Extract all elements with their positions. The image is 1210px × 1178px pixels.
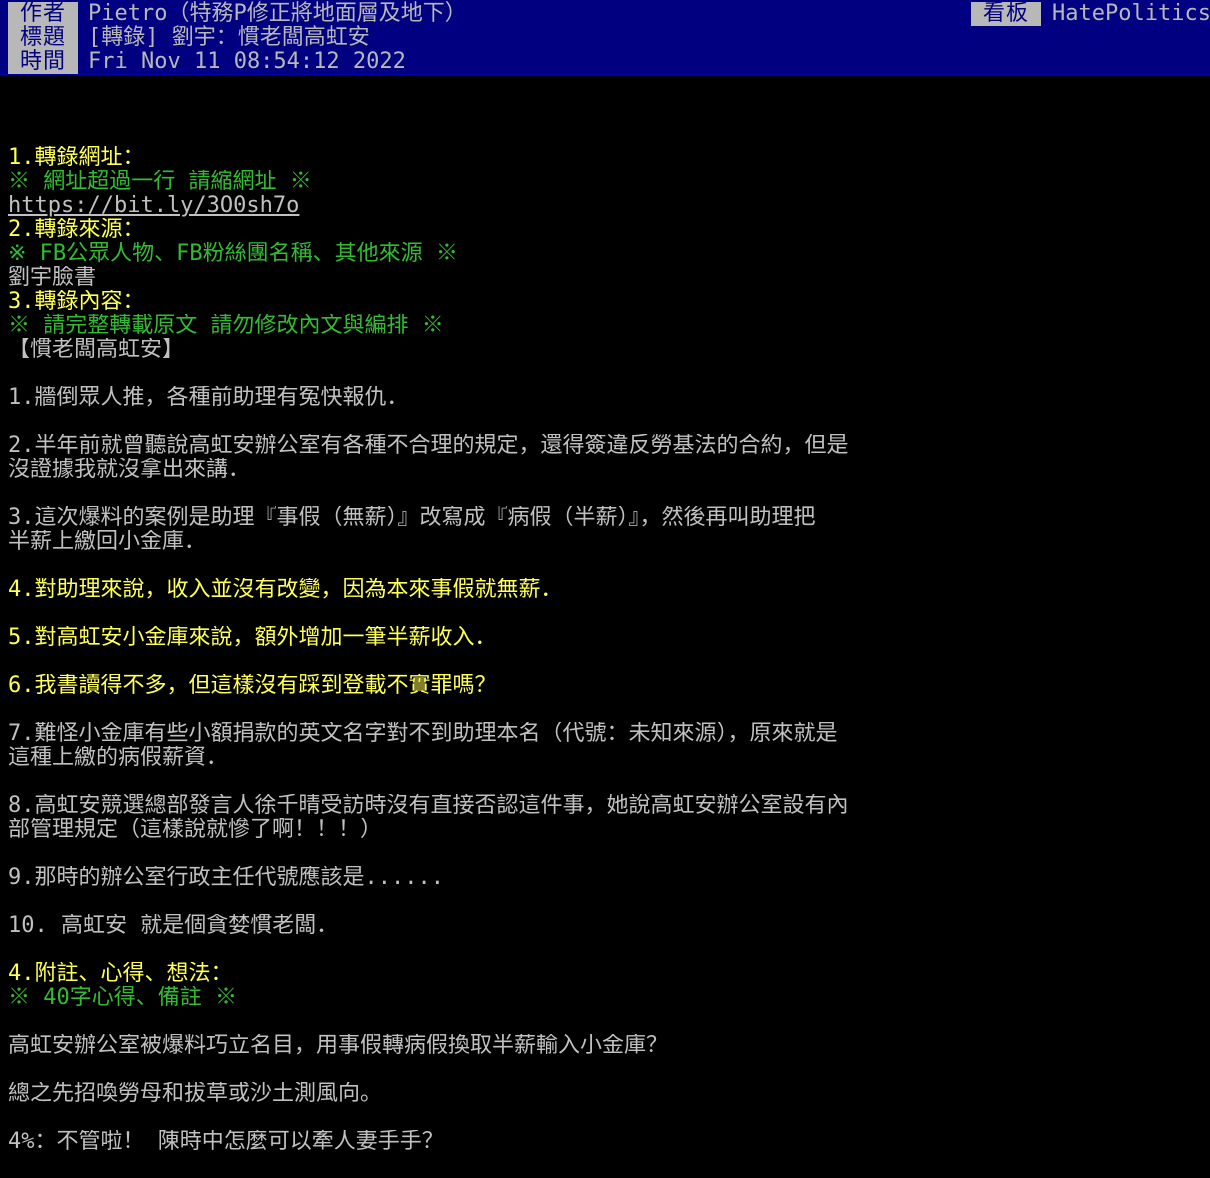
title-value: [轉錄] 劉宇：慣老闆高虹安 <box>88 25 370 50</box>
time-value: Fri Nov 11 08:54:12 2022 <box>88 49 406 74</box>
comment-1: 高虹安辦公室被爆料巧立名目，用事假轉病假換取半薪輸入小金庫？ <box>8 1034 669 1058</box>
paragraph-5: 5.對高虹安小金庫來說，額外增加一筆半薪收入． <box>8 626 497 650</box>
paragraph-2-line-2: 沒證據我就沒拿出來講． <box>8 458 251 482</box>
section-1-heading: 1.轉錄網址： <box>8 146 145 170</box>
paragraph-6: 6.我書讀得不多，但這樣沒有踩到登載不實罪嗎？ <box>8 674 497 698</box>
comment-2: 總之先招喚勞母和拔草或沙土測風向。 <box>8 1082 383 1106</box>
paragraph-9: 9.那時的辦公室行政主任代號應該是...... <box>8 866 444 890</box>
section-3-heading: 3.轉錄內容： <box>8 290 145 314</box>
paragraph-1: 1.牆倒眾人推，各種前助理有冤快報仇． <box>8 386 409 410</box>
title-label: 標題 <box>8 26 78 50</box>
section-3-hint: ※ 請完整轉載原文 請勿修改內文與編排 ※ <box>8 314 444 338</box>
paragraph-3-line-1: 3.這次爆料的案例是助理『事假（無薪）』改寫成『病假（半薪）』，然後再叫助理把 <box>8 506 816 530</box>
board-label: 看板 <box>971 2 1041 26</box>
board-value[interactable]: HatePolitics <box>1052 2 1210 26</box>
author-label: 作者 <box>8 2 78 26</box>
paragraph-7-line-1: 7.難怪小金庫有些小額捐款的英文名字對不到助理本名（代號：未知來源），原來就是 <box>8 722 838 746</box>
paragraph-10: 10. 高虹安 就是個貪婪慣老闆． <box>8 914 339 938</box>
section-4-hint: ※ 40字心得、備註 ※ <box>8 986 237 1010</box>
time-label: 時間 <box>8 50 78 74</box>
paragraph-7-line-2: 這種上繳的病假薪資． <box>8 746 229 770</box>
section-4-heading: 4.附註、心得、想法： <box>8 962 233 986</box>
comment-3: 4%：不管啦！ 陳時中怎麼可以牽人妻手手？ <box>8 1130 444 1154</box>
repost-title: 【慣老闆高虹安】 <box>8 338 185 362</box>
title-row: 標題 [轉錄] 劉宇：慣老闆高虹安 <box>0 26 1210 50</box>
section-1-hint: ※ 網址超過一行 請縮網址 ※ <box>8 170 312 194</box>
author-value: Pietro（特務P修正將地面層及地下） <box>88 1 467 26</box>
source-name: 劉宇臉書 <box>8 266 97 290</box>
time-row: 時間 Fri Nov 11 08:54:12 2022 <box>0 50 1210 74</box>
paragraph-4: 4.對助理來說，收入並沒有改變，因為本來事假就無薪． <box>8 578 563 602</box>
paragraph-8-line-1: 8.高虹安競選總部發言人徐千晴受訪時沒有直接否認這件事，她說高虹安辦公室設有內 <box>8 794 849 818</box>
paragraph-8-line-2: 部管理規定（這樣說就慘了啊！！！） <box>8 818 383 842</box>
article-header: 作者 Pietro（特務P修正將地面層及地下） 看板 HatePolitics … <box>0 0 1210 75</box>
paragraph-2-line-1: 2.半年前就曾聽說高虹安辦公室有各種不合理的規定，還得簽違反勞基法的合約，但是 <box>8 434 849 458</box>
section-2-heading: 2.轉錄來源： <box>8 218 145 242</box>
paragraph-3-line-2: 半薪上繳回小金庫． <box>8 530 207 554</box>
source-url-link[interactable]: https://bit.ly/3O0sh7o <box>8 194 299 218</box>
section-2-hint: ※ FB公眾人物、FB粉絲團名稱、其他來源 ※ <box>8 242 458 266</box>
article-body: 1.轉錄網址： ※ 網址超過一行 請縮網址 ※ https://bit.ly/3… <box>8 146 1203 1154</box>
